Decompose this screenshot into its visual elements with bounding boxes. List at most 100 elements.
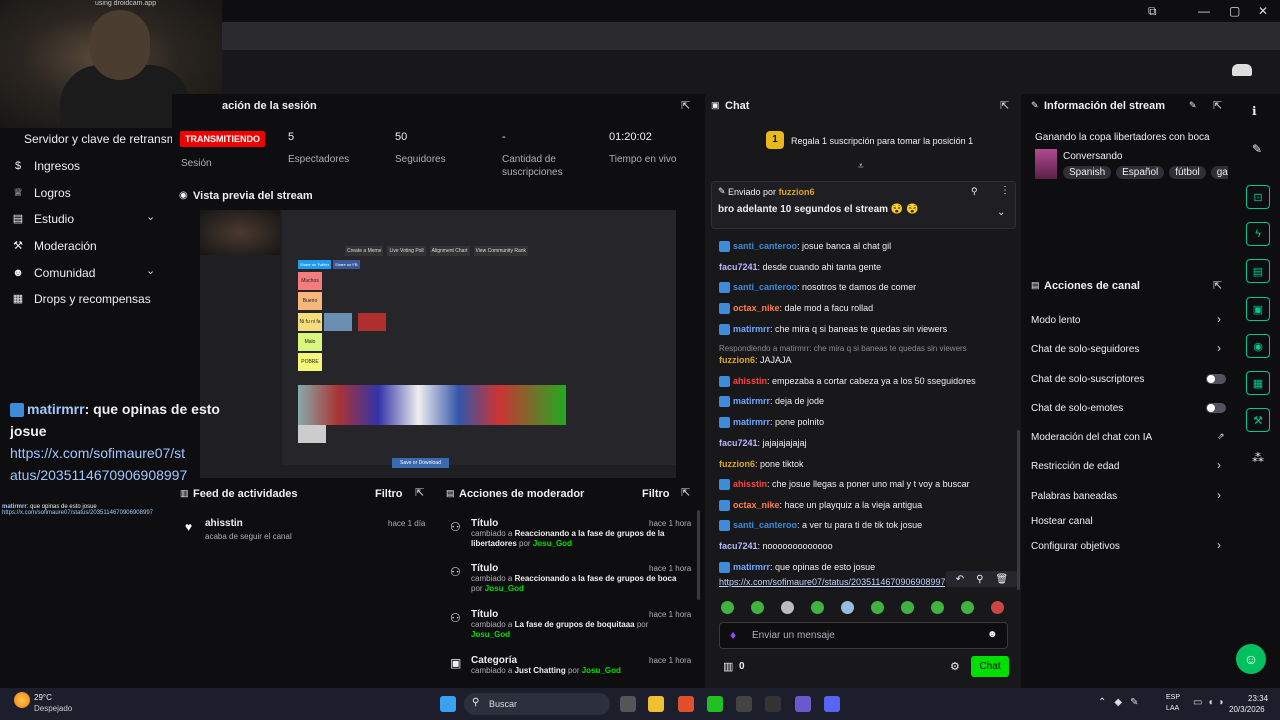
chat-username[interactable]: matirmrr bbox=[733, 324, 770, 334]
emote-picker-icon[interactable]: ☻ bbox=[987, 629, 998, 640]
app-icon[interactable] bbox=[795, 696, 811, 712]
rail-list-icon[interactable]: ▤ bbox=[1246, 259, 1270, 283]
chevron-right-icon[interactable]: › bbox=[1217, 488, 1221, 502]
emote-icon[interactable] bbox=[751, 601, 764, 614]
mod-action-user[interactable]: Josu_God bbox=[533, 539, 572, 548]
scrollbar[interactable] bbox=[697, 510, 700, 600]
tag[interactable]: Español bbox=[1116, 166, 1165, 179]
rail-quick-action-icon[interactable]: ⊡ bbox=[1246, 185, 1270, 209]
language-top[interactable]: ESP bbox=[1166, 694, 1180, 701]
pin-message-icon[interactable]: ⚲ bbox=[976, 574, 983, 585]
chevron-down-icon[interactable]: ⌄ bbox=[146, 264, 155, 277]
sidebar-item-moderacion[interactable]: ⚒ Moderación bbox=[12, 239, 97, 253]
popout-icon[interactable]: ⇱ bbox=[681, 99, 690, 112]
rail-lightning-icon[interactable]: ϟ bbox=[1246, 222, 1270, 246]
restore-tab-icon[interactable]: ⧉ bbox=[1148, 4, 1157, 19]
taskbar-search[interactable] bbox=[464, 693, 610, 715]
tag[interactable]: fútbol bbox=[1169, 166, 1206, 179]
chat-username[interactable]: fuzzion6 bbox=[719, 355, 755, 365]
popout-icon[interactable]: ⇱ bbox=[415, 486, 424, 499]
external-link-icon[interactable]: ⇗ bbox=[1217, 431, 1225, 442]
popout-icon[interactable]: ⇱ bbox=[681, 486, 690, 499]
rail-broadcast-icon[interactable]: ◉ bbox=[1246, 334, 1270, 358]
collapse-icon[interactable]: ⩡ bbox=[858, 161, 864, 172]
chevron-right-icon[interactable]: › bbox=[1217, 341, 1221, 355]
chat-username[interactable]: ahisstin bbox=[733, 479, 767, 489]
file-explorer-icon[interactable] bbox=[648, 696, 664, 712]
action-ai-moderation[interactable]: Moderación del chat con IA bbox=[1031, 432, 1152, 443]
popout-icon[interactable]: ⇱ bbox=[1000, 99, 1009, 112]
reply-icon[interactable]: ↶ bbox=[956, 574, 964, 585]
action-goals[interactable]: Configurar objetivos bbox=[1031, 541, 1120, 552]
popout-icon[interactable]: ⇱ bbox=[1213, 99, 1222, 112]
chat-username[interactable]: facu7241 bbox=[719, 541, 758, 551]
unpin-icon[interactable]: ⚲ bbox=[971, 186, 978, 197]
activity-user[interactable]: ahisstin bbox=[205, 518, 243, 529]
discord-icon[interactable] bbox=[824, 696, 840, 712]
action-age-restriction[interactable]: Restricción de edad bbox=[1031, 461, 1119, 472]
chat-settings-icon[interactable]: ⚙ bbox=[950, 660, 960, 673]
chat-send-button[interactable]: Chat bbox=[971, 656, 1009, 677]
brave-icon[interactable] bbox=[678, 696, 694, 712]
kick-icon[interactable] bbox=[707, 696, 723, 712]
chat-username[interactable]: matirmrr bbox=[733, 562, 770, 572]
chevron-down-icon[interactable]: ⌄ bbox=[146, 210, 155, 223]
sidebar-item-logros[interactable]: ♕ Logros bbox=[12, 186, 71, 200]
channel-points-icon[interactable]: ▥ bbox=[723, 660, 733, 673]
chat-username[interactable]: facu7241 bbox=[719, 262, 758, 272]
emote-icon[interactable] bbox=[721, 601, 734, 614]
bits-icon[interactable]: ♦ bbox=[730, 628, 736, 642]
network-sound-icons[interactable]: ▭◖◗ bbox=[1193, 697, 1230, 708]
clock-time[interactable]: 23:34 bbox=[1248, 694, 1268, 703]
chat-username[interactable]: octax_nike bbox=[733, 500, 780, 510]
emote-icon[interactable] bbox=[871, 601, 884, 614]
rail-chat-icon[interactable]: ▣ bbox=[1246, 297, 1270, 321]
chat-username[interactable]: matirmrr bbox=[733, 417, 770, 427]
emote-icon[interactable] bbox=[781, 601, 794, 614]
chat-username[interactable]: facu7241 bbox=[719, 438, 758, 448]
action-followers-only[interactable]: Chat de solo-seguidores bbox=[1031, 344, 1139, 355]
sidebar-item-ingresos[interactable]: $ Ingresos bbox=[12, 159, 80, 173]
support-chat-button[interactable]: ☺ bbox=[1236, 644, 1266, 674]
app-icon[interactable] bbox=[736, 696, 752, 712]
weather-icon[interactable] bbox=[14, 692, 30, 708]
chat-link[interactable]: https://x.com/sofimaure07/status/2035114… bbox=[719, 577, 945, 587]
activity-filter-button[interactable]: Filtro bbox=[375, 488, 403, 500]
close-icon[interactable]: ✕ bbox=[1258, 4, 1268, 18]
mod-action-user[interactable]: Josu_God bbox=[582, 666, 621, 675]
windows-start-icon[interactable] bbox=[440, 696, 456, 712]
action-slow-mode[interactable]: Modo lento bbox=[1031, 315, 1080, 326]
more-icon[interactable]: ⋮ bbox=[1000, 185, 1010, 196]
info-circle-icon[interactable]: ℹ bbox=[1252, 104, 1257, 118]
language-bottom[interactable]: LAA bbox=[1166, 705, 1179, 712]
rail-layout-icon[interactable]: ▦ bbox=[1246, 371, 1270, 395]
chat-scrollbar[interactable] bbox=[1017, 430, 1020, 590]
edit-icon[interactable]: ✎ bbox=[1189, 100, 1197, 111]
emote-icon[interactable] bbox=[961, 601, 974, 614]
sidebar-item-comunidad[interactable]: ☻ Comunidad bbox=[12, 266, 95, 280]
sidebar-item-stream-key[interactable]: Servidor y clave de retransm bbox=[24, 132, 177, 146]
chat-username[interactable]: santi_canteroo bbox=[733, 520, 797, 530]
popout-icon[interactable]: ⇱ bbox=[1213, 279, 1222, 292]
chevron-right-icon[interactable]: › bbox=[1217, 538, 1221, 552]
emote-icon[interactable] bbox=[811, 601, 824, 614]
emote-icon[interactable] bbox=[931, 601, 944, 614]
mod-filter-button[interactable]: Filtro bbox=[642, 488, 670, 500]
chat-username[interactable]: santi_canteroo bbox=[733, 241, 797, 251]
pinned-user[interactable]: fuzzion6 bbox=[779, 187, 815, 197]
action-banned-words[interactable]: Palabras baneadas bbox=[1031, 491, 1117, 502]
clock-date[interactable]: 20/3/2026 bbox=[1229, 705, 1265, 714]
chevron-right-icon[interactable]: › bbox=[1217, 312, 1221, 326]
pencil-icon[interactable]: ✎ bbox=[1252, 142, 1262, 156]
chevron-right-icon[interactable]: › bbox=[1217, 458, 1221, 472]
mod-action-user[interactable]: Josu_God bbox=[471, 630, 510, 639]
action-subs-only[interactable]: Chat de solo-suscriptores bbox=[1031, 374, 1144, 385]
tray-icons[interactable]: ⌃◆✎ bbox=[1098, 697, 1146, 708]
emote-icon[interactable] bbox=[901, 601, 914, 614]
chat-username[interactable]: matirmrr bbox=[733, 396, 770, 406]
expand-pinned-icon[interactable]: ⌄ bbox=[997, 207, 1005, 218]
emote-icon[interactable] bbox=[841, 601, 854, 614]
sidebar-item-estudio[interactable]: ▤ Estudio bbox=[12, 212, 74, 226]
chat-username[interactable]: santi_canteroo bbox=[733, 282, 797, 292]
gift-leaderboard-text[interactable]: Regala 1 suscripción para tomar la posic… bbox=[791, 136, 973, 146]
